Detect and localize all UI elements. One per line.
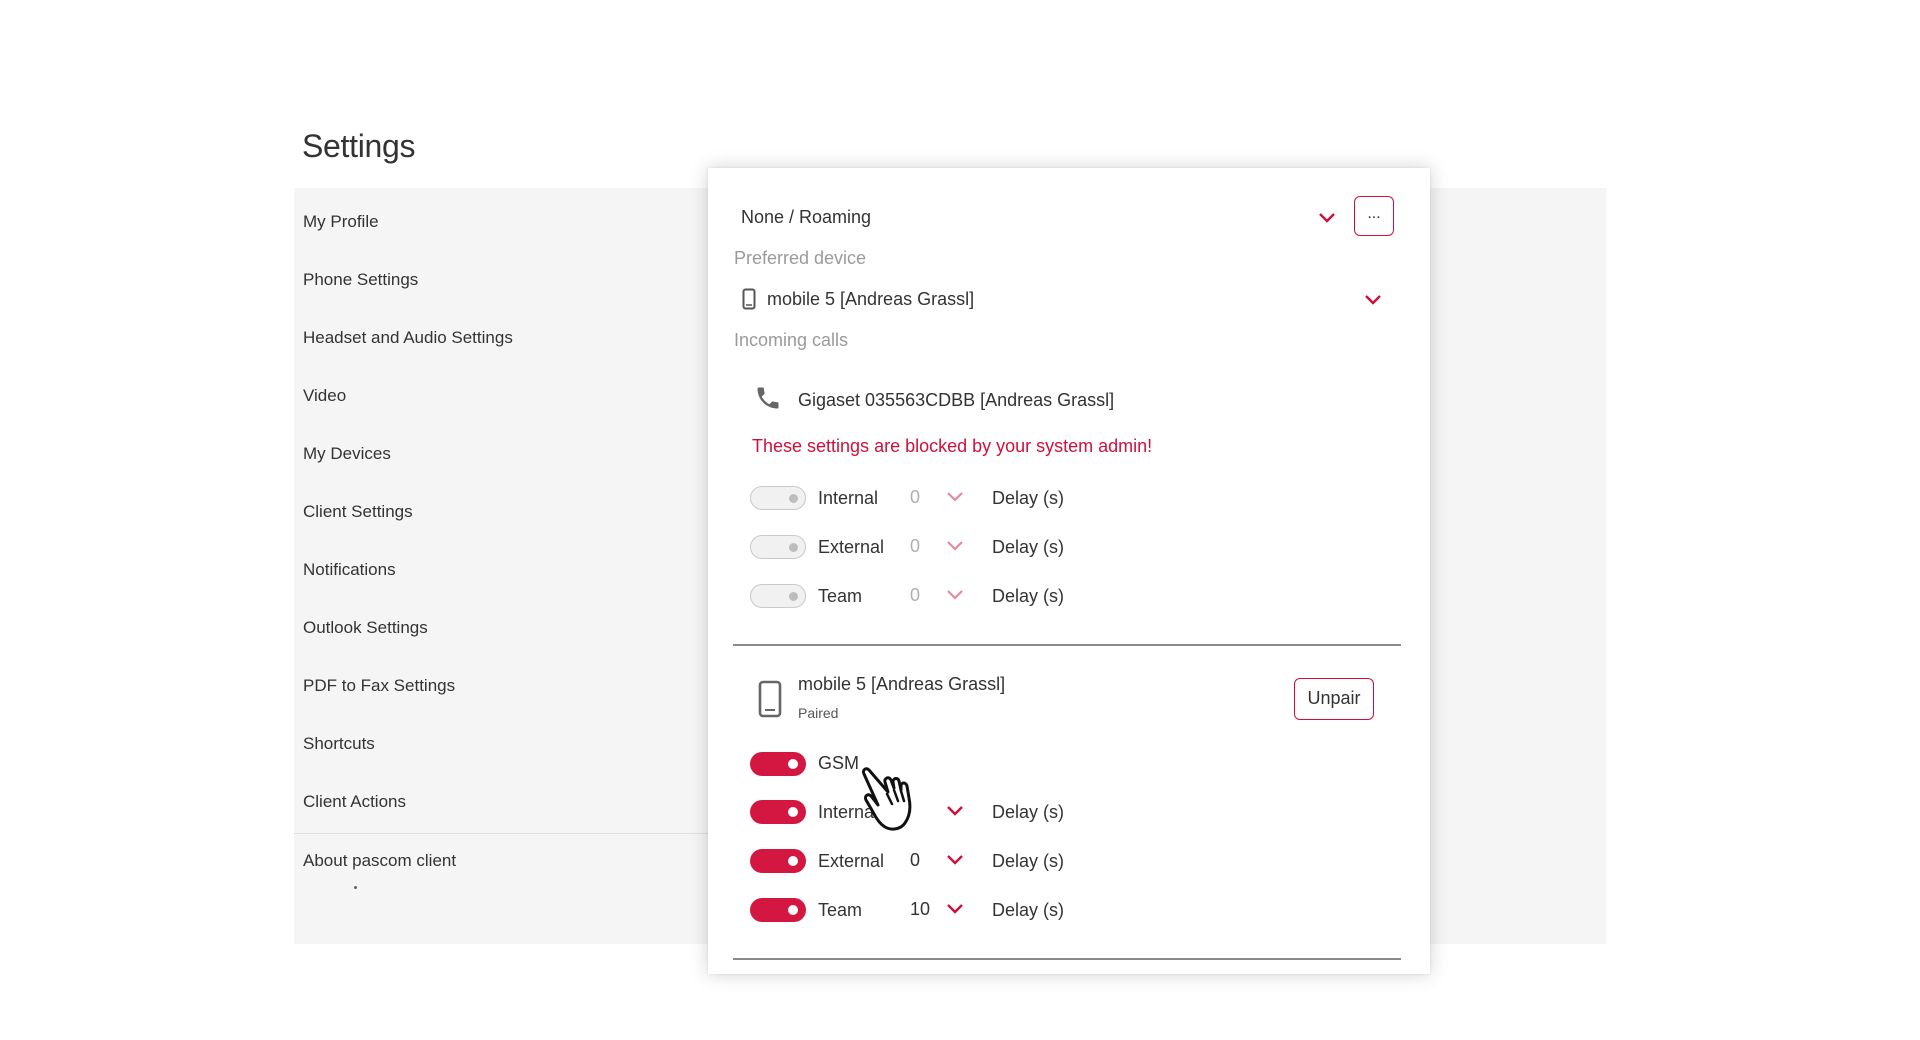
phone-handset-icon <box>757 387 779 409</box>
mobile-device-name: mobile 5 [Andreas Grassl] <box>798 674 1006 694</box>
sidebar-divider <box>294 833 714 834</box>
sidebar-item-about[interactable]: About pascom client <box>303 851 456 871</box>
mobile-phone-icon <box>758 680 782 718</box>
delay-label: Delay (s) <box>992 537 1065 557</box>
delay-label: Delay (s) <box>992 851 1065 871</box>
sidebar-item-client-actions[interactable]: Client Actions <box>303 792 406 812</box>
chevron-down-icon[interactable] <box>946 854 964 866</box>
more-options-button[interactable]: ... <box>1354 196 1394 236</box>
toggle-team-mobile[interactable] <box>750 898 806 922</box>
sidebar-item-notifications[interactable]: Notifications <box>303 560 396 580</box>
sidebar-item-headset-audio[interactable]: Headset and Audio Settings <box>303 328 513 348</box>
sidebar-dot <box>354 886 357 889</box>
page-title: Settings <box>302 128 416 164</box>
toggle-label: External <box>818 537 885 557</box>
unpair-button[interactable]: Unpair <box>1294 678 1374 720</box>
profile-select-value[interactable]: None / Roaming <box>741 207 871 228</box>
toggle-team-desk[interactable] <box>750 584 806 608</box>
toggle-external-desk[interactable] <box>750 535 806 559</box>
toggle-label: Internal <box>818 488 879 508</box>
chevron-down-icon[interactable] <box>946 589 964 601</box>
delay-value: 0 <box>910 536 921 556</box>
sidebar-item-client-settings[interactable]: Client Settings <box>303 502 413 522</box>
sidebar-item-outlook-settings[interactable]: Outlook Settings <box>303 618 428 638</box>
toggle-internal-mobile[interactable] <box>750 800 806 824</box>
sidebar-item-my-profile[interactable]: My Profile <box>303 212 379 232</box>
toggle-label: Team <box>818 586 863 606</box>
sidebar-item-pdf-to-fax[interactable]: PDF to Fax Settings <box>303 676 455 696</box>
device-settings-panel: None / Roaming ... Preferred device mobi… <box>708 168 1430 974</box>
toggle-label: Team <box>818 900 863 920</box>
preferred-device-value[interactable]: mobile 5 [Andreas Grassl] <box>767 289 974 310</box>
toggle-label: External <box>818 851 885 871</box>
preferred-device-label: Preferred device <box>734 248 867 268</box>
paired-status: Paired <box>798 705 839 721</box>
chevron-down-icon[interactable] <box>946 540 964 552</box>
delay-value: 10 <box>910 899 931 919</box>
chevron-down-icon[interactable] <box>946 491 964 503</box>
chevron-down-icon[interactable] <box>946 903 964 915</box>
chevron-down-icon[interactable] <box>946 805 964 817</box>
toggle-external-mobile[interactable] <box>750 849 806 873</box>
delay-label: Delay (s) <box>992 802 1065 822</box>
toggle-gsm[interactable] <box>750 752 806 776</box>
chevron-down-icon[interactable] <box>1318 212 1336 224</box>
blocked-warning: These settings are blocked by your syste… <box>752 436 1153 456</box>
delay-value: 0 <box>910 585 921 605</box>
sidebar-item-my-devices[interactable]: My Devices <box>303 444 391 464</box>
sidebar-item-phone-settings[interactable]: Phone Settings <box>303 270 418 290</box>
delay-label: Delay (s) <box>992 488 1065 508</box>
section-divider <box>733 958 1401 960</box>
toggle-internal-desk[interactable] <box>750 486 806 510</box>
sidebar-item-shortcuts[interactable]: Shortcuts <box>303 734 375 754</box>
mobile-phone-icon <box>742 288 756 310</box>
sidebar-item-video[interactable]: Video <box>303 386 346 406</box>
toggle-label: GSM <box>818 753 860 773</box>
chevron-down-icon[interactable] <box>1364 294 1382 306</box>
delay-value: 0 <box>910 850 921 870</box>
pointing-hand-cursor-icon <box>862 767 912 831</box>
delay-label: Delay (s) <box>992 586 1065 606</box>
section-divider <box>733 644 1401 646</box>
delay-label: Delay (s) <box>992 900 1065 920</box>
incoming-calls-label: Incoming calls <box>734 330 849 350</box>
delay-value: 0 <box>910 487 921 507</box>
desk-phone-name: Gigaset 035563CDBB [Andreas Grassl] <box>798 390 1115 410</box>
